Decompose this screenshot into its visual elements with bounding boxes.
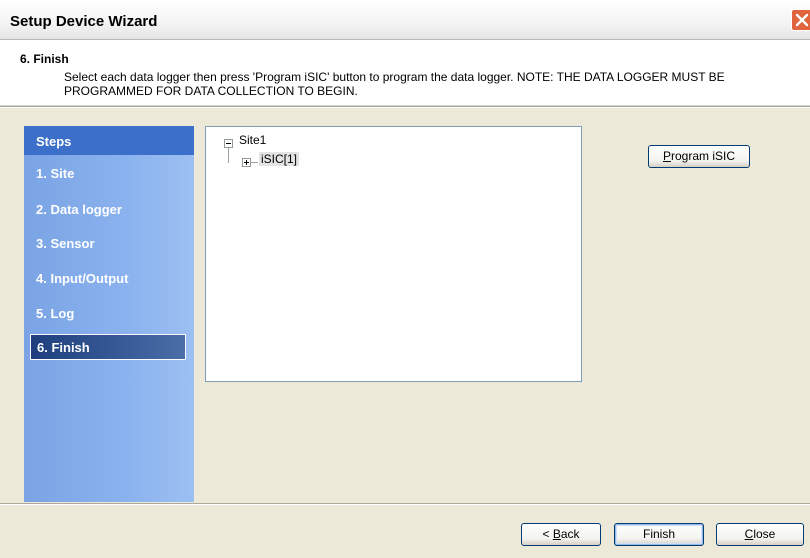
footer-divider (0, 503, 810, 505)
program-isic-button[interactable]: Program iSIC (648, 145, 750, 168)
step-item-data-logger: 2. Data logger (36, 202, 122, 217)
steps-header: Steps (24, 126, 194, 155)
close-x-glyph (795, 13, 809, 27)
close-label-rest: lose (753, 527, 776, 541)
title-bar: Setup Device Wizard (0, 0, 810, 40)
header-divider (0, 106, 810, 108)
steps-heading: Steps (36, 134, 72, 149)
expand-icon[interactable] (242, 158, 251, 167)
collapse-icon[interactable] (224, 139, 233, 148)
step-description: Select each data logger then press 'Prog… (64, 70, 725, 98)
close-icon[interactable] (791, 9, 810, 31)
page-title: 6. Finish (20, 52, 69, 66)
tree-node-site1[interactable]: Site1 (239, 133, 266, 147)
back-prefix: < (542, 527, 553, 541)
tree-connector (251, 162, 258, 163)
back-mnemonic: B (552, 527, 561, 541)
finish-button[interactable]: Finish (614, 523, 704, 546)
step-item-finish-label: 6. Finish (37, 340, 90, 355)
close-button[interactable]: Close (716, 523, 804, 546)
tree-node-isic1[interactable]: iSIC[1] (259, 152, 300, 166)
back-label-rest: ack (560, 527, 580, 541)
program-mnemonic: P (662, 149, 671, 163)
device-tree[interactable]: Site1 iSIC[1] (205, 126, 582, 382)
tree-connector (228, 148, 229, 163)
steps-panel: Steps 1. Site 2. Data logger 3. Sensor 4… (24, 126, 194, 502)
program-label-rest: rogram iSIC (671, 149, 736, 163)
window-title: Setup Device Wizard (10, 13, 158, 30)
step-item-site: 1. Site (36, 166, 75, 181)
wizard-header: 6. Finish Select each data logger then p… (0, 40, 810, 106)
back-button[interactable]: < Back (521, 523, 601, 546)
step-item-input-output: 4. Input/Output (36, 271, 129, 286)
step-item-log: 5. Log (36, 306, 75, 321)
step-item-finish: 6. Finish (30, 334, 186, 360)
step-item-sensor: 3. Sensor (36, 236, 95, 251)
